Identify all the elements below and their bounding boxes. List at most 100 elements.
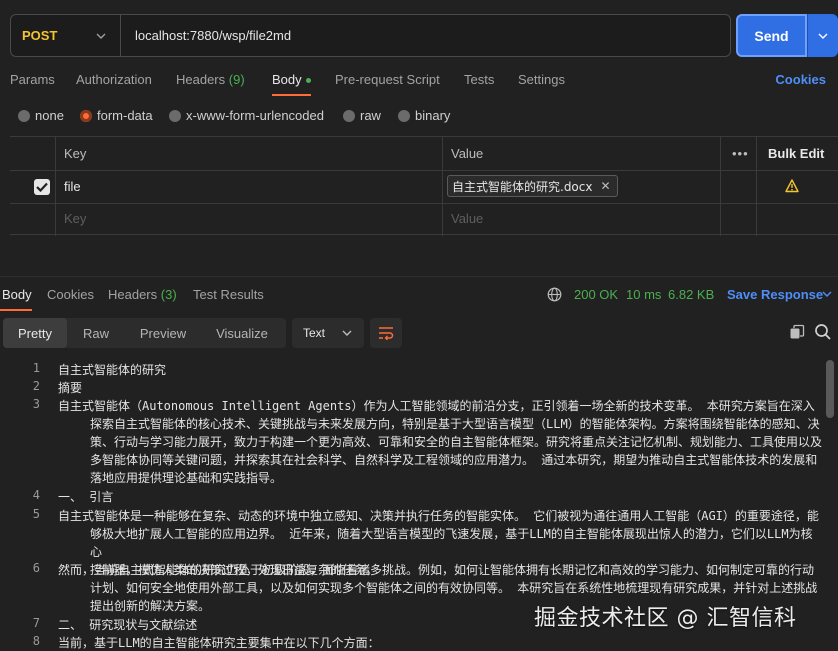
tab-body[interactable]: Body: [272, 72, 311, 87]
radio-icon: [169, 109, 181, 122]
tab-body-label: Body: [272, 72, 302, 87]
globe-icon[interactable]: [547, 287, 562, 302]
cookies-link[interactable]: Cookies: [775, 72, 826, 87]
method-label: POST: [22, 28, 58, 43]
response-tab-cookies[interactable]: Cookies: [47, 287, 94, 302]
close-icon[interactable]: ✕: [600, 179, 610, 193]
row-checkbox[interactable]: [34, 179, 50, 195]
line-text: 摘要: [58, 379, 823, 397]
request-bar: POST localhost:7880/wsp/file2md: [10, 14, 731, 57]
line-text-segment: 多智能体协同等关键问题，并探索其在社会科学、自然科学及工程领域的应用潜力。 通过…: [90, 453, 818, 468]
headers-count: (9): [228, 72, 245, 87]
table-divider: [10, 170, 838, 171]
status-code: 200 OK: [574, 287, 619, 302]
view-mode-group: Pretty Raw Preview Visualize: [3, 318, 286, 348]
tab-headers[interactable]: Headers (9): [176, 72, 245, 87]
column-header-key: Key: [64, 146, 87, 161]
active-tab-indicator: [0, 309, 32, 311]
line-text: 自主式智能体（Autonomous Intelligent Agents）作为人…: [58, 397, 823, 487]
line-text-segment: 探索自主式智能体的核心技术、关键挑战与未来发展方向，特别是基于大型语言模型（LL…: [90, 417, 820, 432]
line-text-segment: 落地应用提供理论基础和实践指导。: [90, 471, 283, 486]
request-tabs: Params Authorization Headers (9) Body Pr…: [10, 72, 838, 96]
format-select[interactable]: Text: [292, 318, 364, 348]
form-data-table: Key Value ••• Bulk Edit file 自主式智能体的研究.d…: [10, 136, 838, 236]
bulk-edit-button[interactable]: Bulk Edit: [768, 146, 824, 161]
file-name: 自主式智能体的研究.docx: [452, 179, 593, 194]
radio-raw-label: raw: [360, 108, 381, 123]
radio-form-data[interactable]: form-data: [80, 108, 153, 123]
line-text-segment: 然而，当前自主式智能体的研究仍处于初级阶段，面临着诸多挑战。例如，如何让智能体拥…: [58, 563, 815, 578]
response-divider: [0, 276, 838, 277]
watermark: 掘金技术社区 @ 汇智信科: [534, 606, 797, 631]
line-number: 6: [32, 561, 40, 576]
response-time: 10 ms: [626, 287, 662, 302]
format-label: Text: [303, 326, 326, 340]
radio-icon: [398, 109, 410, 122]
line-text-segment: 一、 引言: [58, 490, 114, 505]
new-key-input[interactable]: Key: [64, 211, 86, 226]
tab-settings[interactable]: Settings: [518, 72, 565, 87]
url-input[interactable]: localhost:7880/wsp/file2md: [121, 28, 291, 43]
more-options-button[interactable]: •••: [732, 146, 749, 161]
line-number: 7: [32, 615, 40, 630]
search-icon[interactable]: [814, 323, 832, 341]
radio-urlencoded-label: x-www-form-urlencoded: [186, 108, 324, 123]
line-text-segment: 计划、如何安全地使用外部工具，以及如何实现多个智能体之间的有效协同等。 本研究旨…: [90, 581, 818, 596]
tab-tests[interactable]: Tests: [464, 72, 494, 87]
view-preview-button[interactable]: Preview: [125, 318, 201, 348]
file-chip[interactable]: 自主式智能体的研究.docx ✕: [447, 175, 618, 197]
copy-icon[interactable]: [789, 324, 805, 340]
wrap-lines-button[interactable]: [370, 318, 402, 348]
line-text-segment: 二、 研究现状与文献综述: [58, 617, 198, 632]
response-tab-headers[interactable]: Headers (3): [108, 287, 177, 302]
new-value-input[interactable]: Value: [451, 211, 483, 226]
radio-raw[interactable]: raw: [343, 108, 381, 123]
active-tab-indicator: [272, 94, 311, 96]
line-number: 4: [32, 488, 40, 503]
warning-icon: [785, 179, 799, 193]
line-number: 5: [32, 506, 40, 521]
response-tab-test-results[interactable]: Test Results: [193, 287, 264, 302]
view-raw-button[interactable]: Raw: [67, 318, 125, 348]
scrollbar[interactable]: [826, 360, 834, 418]
radio-binary-label: binary: [415, 108, 451, 123]
tab-params[interactable]: Params: [10, 72, 55, 87]
body-dot-icon: [305, 78, 311, 84]
response-tab-headers-label: Headers: [108, 287, 158, 302]
line-number: 3: [32, 397, 40, 412]
response-tabs: Body Cookies Headers (3) Test Results 20…: [0, 287, 838, 311]
row-key[interactable]: file: [64, 179, 81, 194]
response-size: 6.82 KB: [668, 287, 715, 302]
view-visualize-button[interactable]: Visualize: [201, 318, 283, 348]
line-text: 一、 引言: [58, 488, 823, 506]
line-number: 1: [32, 361, 40, 375]
radio-urlencoded[interactable]: x-www-form-urlencoded: [169, 108, 324, 123]
view-pretty-button[interactable]: Pretty: [3, 318, 67, 348]
line-number: 8: [32, 634, 40, 648]
checkmark-icon: [36, 182, 48, 192]
radio-icon: [343, 109, 355, 122]
radio-none-label: none: [35, 108, 64, 123]
radio-icon: [18, 109, 30, 122]
response-tab-body[interactable]: Body: [2, 287, 32, 302]
line-text-segment: 够极大地扩展人工智能的应用边界。 近年来，随着大型语言模型的飞速发展，基于LLM…: [90, 526, 813, 559]
send-options-button[interactable]: [807, 14, 838, 57]
radio-none[interactable]: none: [18, 108, 64, 123]
table-divider: [756, 137, 757, 236]
tab-prerequest-script[interactable]: Pre-request Script: [335, 72, 440, 87]
chevron-down-icon[interactable]: [822, 291, 832, 297]
send-button[interactable]: Send: [736, 14, 807, 57]
line-text-segment: 自主式智能体是一种能够在复杂、动态的环境中独立感知、决策并执行任务的智能实体。 …: [58, 508, 819, 523]
radio-binary[interactable]: binary: [398, 108, 450, 123]
tab-authorization[interactable]: Authorization: [76, 72, 152, 87]
line-text: 当前，基于LLM的自主智能体研究主要集中在以下几个方面：: [58, 634, 823, 651]
method-select[interactable]: POST: [11, 15, 121, 56]
table-divider: [10, 203, 838, 204]
line-number: 2: [32, 379, 40, 394]
save-response-button[interactable]: Save Response: [727, 287, 823, 302]
line-text: 自主式智能体的研究: [58, 361, 823, 379]
chevron-down-icon: [342, 330, 352, 336]
tab-headers-label: Headers: [176, 72, 226, 87]
line-text-segment: 自主式智能体（Autonomous Intelligent Agents）作为人…: [58, 399, 815, 414]
response-headers-count: (3): [160, 287, 177, 302]
